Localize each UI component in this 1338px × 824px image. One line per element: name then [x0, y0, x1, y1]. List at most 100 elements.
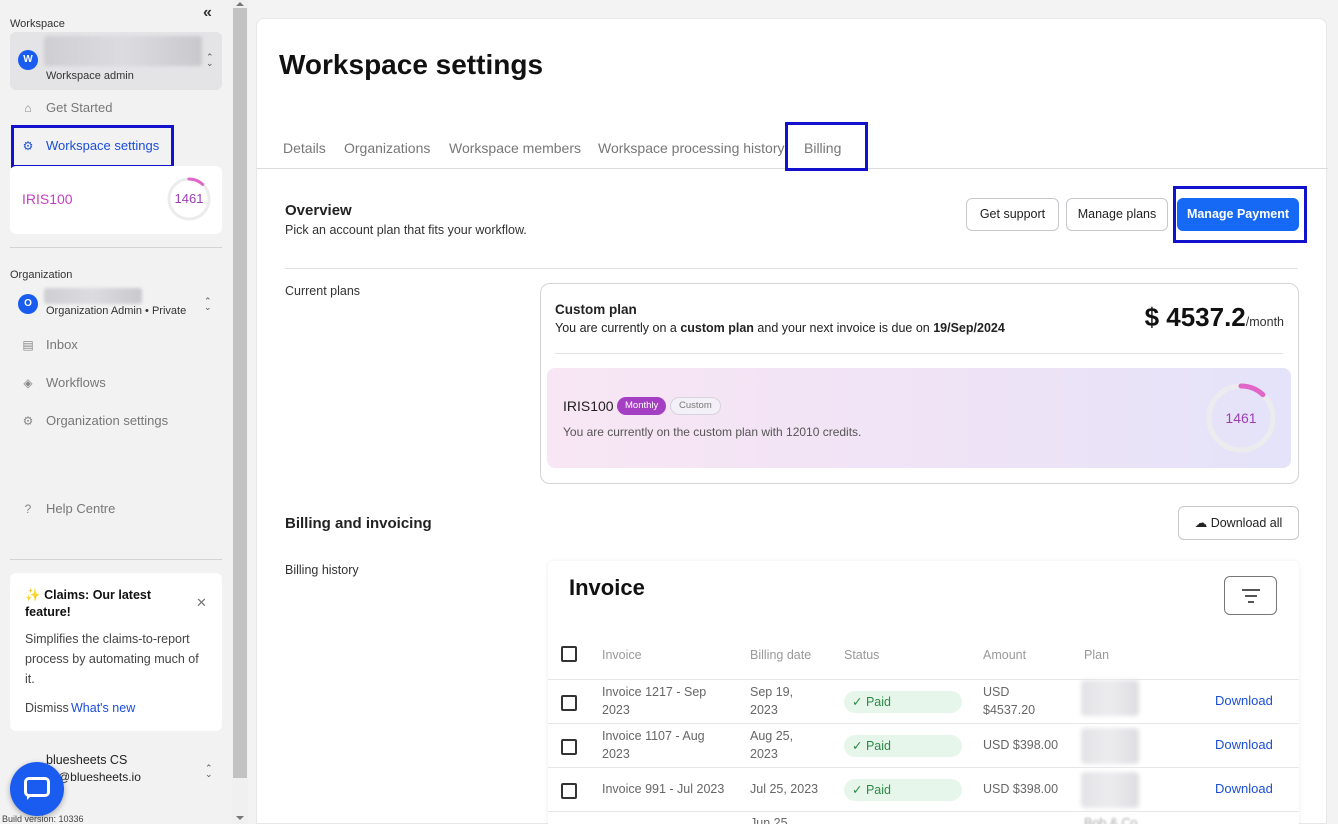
organization-name-redacted [44, 288, 142, 304]
invoice-name: Invoice 1107 - Aug 2023 [602, 729, 705, 761]
billing-invoicing-title: Billing and invoicing [285, 515, 432, 532]
plan-redacted [1081, 728, 1139, 764]
home-icon: ⌂ [24, 101, 32, 115]
user-email: @bluesheets.io [58, 770, 141, 784]
credit-summary: IRIS100 1461 [10, 166, 222, 234]
chat-support-button[interactable] [10, 762, 64, 816]
row-checkbox[interactable] [561, 739, 577, 755]
plan-name: Custom plan [555, 302, 637, 317]
workspace-section-label: Workspace [10, 18, 65, 30]
sidebar-item-label: Help Centre [46, 501, 116, 516]
chat-icon [24, 777, 50, 797]
check-icon: ✓ [852, 783, 863, 797]
workspace-role: Workspace admin [46, 70, 134, 82]
table-row: Invoice 991 - Jul 2023 Jul 25, 2023 ✓ Pa… [548, 767, 1299, 811]
sidebar-item-get-started[interactable]: ⌂ Get Started [10, 93, 222, 123]
help-icon: ? [24, 502, 32, 516]
page-title: Workspace settings [279, 49, 544, 80]
get-support-button[interactable]: Get support [966, 198, 1059, 231]
sidebar-item-organization-settings[interactable]: ⚙ Organization settings [10, 406, 222, 436]
sidebar-item-workflows[interactable]: ◈ Workflows [10, 368, 222, 398]
amount: USD $398.00 [983, 738, 1059, 752]
current-plan-card: Custom plan You are currently on a custo… [540, 283, 1299, 484]
sidebar-item-label: Inbox [46, 337, 78, 352]
gear-icon: ⚙ [22, 414, 34, 428]
billing-date: Aug 25, 2023 [750, 729, 794, 761]
whats-new-link[interactable]: What's new [71, 701, 135, 715]
close-icon[interactable]: ✕ [196, 595, 207, 611]
tab-workspace-processing-history[interactable]: Workspace processing history [598, 140, 784, 156]
promo-title: ✨ Claims: Our latest feature! [25, 587, 185, 621]
organization-role: Organization Admin • Private [46, 305, 187, 317]
select-all-checkbox[interactable] [561, 646, 577, 662]
row-checkbox[interactable] [561, 695, 577, 711]
build-version: Build version: 10336 [2, 814, 84, 824]
highlight-box [1173, 186, 1307, 243]
workspace-switcher[interactable]: W Workspace admin ⌃ ⌄ [10, 32, 222, 90]
sidebar-item-label: Get Started [46, 100, 113, 115]
main-panel: Workspace settings Details Organizations… [256, 18, 1328, 824]
status-badge: ✓ Paid [844, 735, 962, 757]
divider [285, 268, 1298, 269]
plan-redacted [1081, 772, 1139, 808]
billing-history-label: Billing history [285, 563, 359, 577]
sparkle-icon: ✨ [25, 588, 41, 602]
invoice-name: Invoice 1217 - Sep 2023 [602, 685, 707, 717]
feature-promo-card: ✨ Claims: Our latest feature! ✕ Simplifi… [10, 573, 222, 731]
download-link[interactable]: Download [1215, 737, 1273, 752]
highlight-box [11, 125, 174, 168]
cloud-download-icon: ☁ [1194, 516, 1208, 530]
sidebar-item-label: Workflows [46, 375, 106, 390]
sidebar-scrollbar[interactable] [232, 0, 248, 824]
amount: USD $4537.20 [983, 685, 1036, 717]
overview-subtitle: Pick an account plan that fits your work… [285, 223, 527, 237]
invoice-table-card: Invoice Invoice Billing date Status Amou… [548, 561, 1299, 824]
user-menu-chevron-icon[interactable]: ⌃ ⌄ [205, 764, 213, 779]
download-all-button[interactable]: ☁ Download all [1178, 506, 1299, 540]
table-row: Invoice 1107 - Aug 2023 Aug 25, 2023 ✓ P… [548, 723, 1299, 767]
column-header-status[interactable]: Status [844, 648, 879, 662]
download-link[interactable]: Download [1215, 693, 1273, 708]
divider [10, 559, 222, 560]
sidebar-item-inbox[interactable]: ▤ Inbox [10, 330, 222, 360]
inbox-icon: ▤ [22, 338, 34, 352]
organization-avatar: O [18, 294, 38, 314]
download-link[interactable]: Download [1215, 781, 1273, 796]
organization-switcher[interactable]: O Organization Admin • Private ⌃ ⌄ [10, 284, 222, 324]
workspace-name-redacted [44, 36, 202, 66]
highlight-box [785, 122, 868, 171]
dismiss-link[interactable]: Dismiss [25, 701, 69, 715]
plan-redacted [1081, 680, 1139, 716]
column-header-billing-date[interactable]: Billing date [750, 648, 811, 662]
credit-plan-name: IRIS100 [22, 191, 73, 207]
collapse-sidebar-icon[interactable]: « [203, 5, 219, 22]
tab-details[interactable]: Details [283, 140, 326, 156]
column-header-amount[interactable]: Amount [983, 648, 1026, 662]
sidebar-item-label: Organization settings [46, 413, 169, 428]
invoice-title: Invoice [569, 575, 645, 600]
column-header-plan[interactable]: Plan [1084, 648, 1109, 662]
promo-body: Simplifies the claims-to-report process … [25, 632, 199, 686]
status-badge: ✓ Paid [844, 691, 962, 713]
sidebar-item-help-centre[interactable]: ? Help Centre [10, 494, 222, 524]
column-header-invoice[interactable]: Invoice [602, 648, 642, 662]
tab-workspace-members[interactable]: Workspace members [449, 140, 581, 156]
sidebar: Workspace « W Workspace admin ⌃ ⌄ ⌂ Get S… [0, 0, 232, 824]
organization-section-label: Organization [10, 269, 73, 281]
filter-button[interactable] [1224, 576, 1277, 615]
tab-organizations[interactable]: Organizations [344, 140, 430, 156]
billing-date: Jun 25 [750, 816, 788, 824]
credit-plan-name: IRIS100 [563, 398, 614, 414]
workspace-avatar: W [18, 50, 38, 70]
current-plans-label: Current plans [285, 284, 361, 298]
row-checkbox[interactable] [561, 783, 577, 799]
chevron-updown-icon: ⌃ ⌄ [206, 52, 214, 68]
billing-date: Jul 25, 2023 [750, 782, 819, 796]
status-badge: ✓ Paid [844, 779, 962, 801]
amount: USD $398.00 [983, 782, 1059, 796]
custom-badge: Custom [670, 397, 721, 415]
plan-description: You are currently on a custom plan and y… [555, 321, 1005, 335]
billing-date: Sep 19, 2023 [750, 685, 794, 717]
invoice-name: Invoice 991 - Jul 2023 [602, 782, 725, 796]
manage-plans-button[interactable]: Manage plans [1066, 198, 1168, 231]
